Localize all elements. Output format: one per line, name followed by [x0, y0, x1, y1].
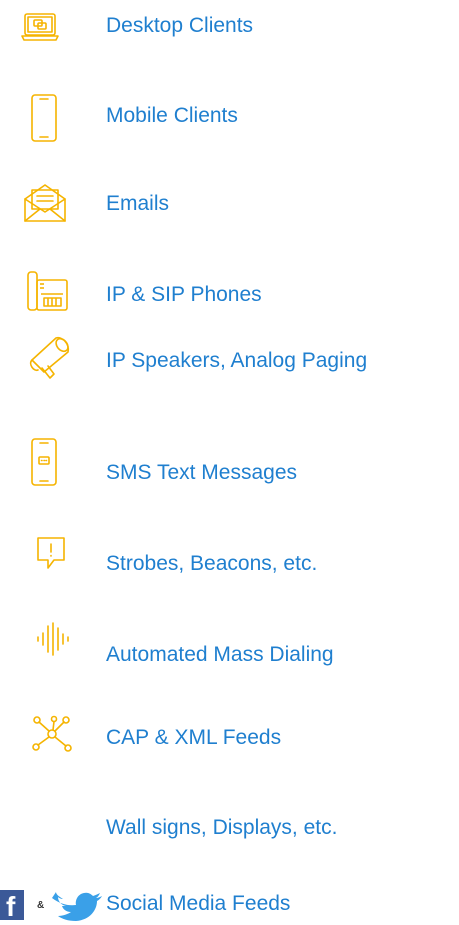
- channel-label: Mobile Clients: [106, 104, 238, 127]
- channel-item-cap-xml-feeds[interactable]: CAP & XML Feeds: [0, 712, 459, 772]
- network-nodes-icon: [32, 715, 72, 752]
- channel-item-ip-speakers[interactable]: IP Speakers, Analog Paging: [0, 334, 459, 394]
- channel-item-automated-mass-dialing[interactable]: Automated Mass Dialing: [0, 618, 459, 678]
- channel-item-ip-sip-phones[interactable]: IP & SIP Phones: [0, 264, 459, 324]
- channel-item-mobile-clients[interactable]: Mobile Clients: [0, 88, 459, 148]
- channel-label: IP Speakers, Analog Paging: [106, 349, 368, 372]
- audio-wave-icon: [36, 622, 70, 656]
- mobile-phone-icon: [30, 93, 58, 143]
- alert-beacon-icon: [36, 536, 66, 570]
- channel-item-wall-signs-displays[interactable]: Wall signs, Displays, etc.: [0, 800, 459, 860]
- channel-label: IP & SIP Phones: [106, 283, 262, 306]
- channel-item-social-media-feeds[interactable]: f & Social Media Feeds: [0, 886, 459, 925]
- sms-phone-icon: [30, 437, 58, 487]
- channel-item-sms-text-messages[interactable]: SMS Text Messages: [0, 437, 459, 497]
- desk-phone-icon: [26, 270, 70, 314]
- channel-label: Social Media Feeds: [106, 892, 291, 915]
- facebook-icon: f: [0, 890, 24, 922]
- megaphone-icon: [28, 334, 76, 380]
- channel-label: Emails: [106, 192, 170, 215]
- channel-item-desktop-clients[interactable]: Desktop Clients: [0, 0, 459, 60]
- channel-item-strobes-beacons[interactable]: Strobes, Beacons, etc.: [0, 530, 459, 590]
- desktop-monitor-icon: [21, 12, 59, 42]
- channel-label: Wall signs, Displays, etc.: [106, 816, 338, 839]
- facebook-twitter-icons: f &: [0, 890, 104, 922]
- channel-label: Strobes, Beacons, etc.: [106, 552, 318, 575]
- channel-item-emails[interactable]: Emails: [0, 175, 459, 235]
- channel-label: Desktop Clients: [106, 14, 254, 37]
- channel-label: Automated Mass Dialing: [106, 643, 334, 666]
- notification-channel-list: Desktop Clients Mobile Clients Emails IP…: [0, 0, 459, 925]
- envelope-icon: [22, 181, 68, 223]
- ampersand-text: &: [37, 900, 45, 911]
- channel-label: SMS Text Messages: [106, 461, 298, 484]
- twitter-icon: [50, 892, 104, 922]
- channel-label: CAP & XML Feeds: [106, 726, 282, 749]
